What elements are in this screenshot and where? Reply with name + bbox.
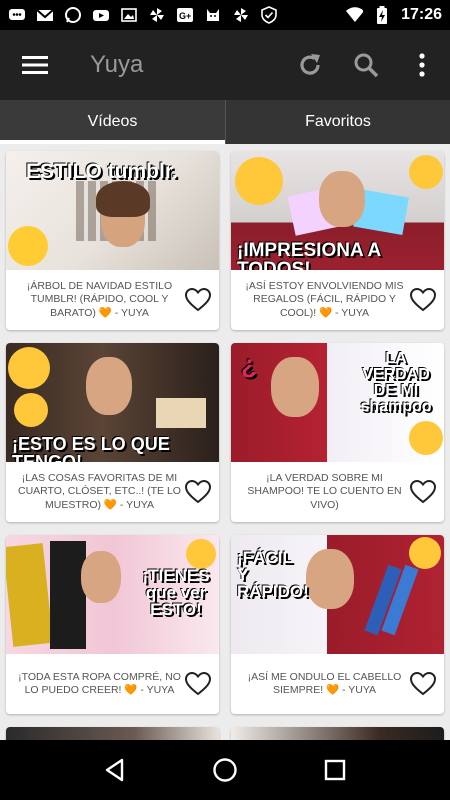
video-thumbnail[interactable]: ¡TIENES que ver ESTO! xyxy=(6,535,219,654)
chat-icon xyxy=(8,6,26,24)
favorite-button[interactable] xyxy=(183,285,213,315)
video-title: ¡LAS COSAS FAVORITAS DE MI CUARTO, CLÓSE… xyxy=(18,472,181,511)
video-card[interactable]: ¡TIENES que ver ESTO! ¡TODA ESTA ROPA CO… xyxy=(6,535,219,714)
svg-text:G+: G+ xyxy=(179,11,191,21)
favorite-button[interactable] xyxy=(183,669,213,699)
heart-outline-icon xyxy=(410,480,436,504)
video-card[interactable]: ¿ LA VERDAD DE MI shampoo ¡LA VERDAD SOB… xyxy=(231,343,444,522)
favorite-button[interactable] xyxy=(408,285,438,315)
video-title: ¡TODA ESTA ROPA COMPRÉ, NO LO PUEDO CREE… xyxy=(18,670,181,696)
video-card-partial[interactable] xyxy=(6,727,219,740)
heart-outline-icon xyxy=(185,480,211,504)
refresh-icon xyxy=(300,54,320,75)
status-bar: G+ 17:26 xyxy=(0,0,450,30)
notification-icons: G+ xyxy=(8,6,278,24)
thumbnail-text: ¡ESTO ES LO QUE TENGO! xyxy=(12,434,170,462)
video-title: ¡ÁRBOL DE NAVIDAD ESTILO TUMBLR! (RÁPIDO… xyxy=(26,280,173,319)
video-card[interactable]: ¡ESTO ES LO QUE TENGO! ¡LAS COSAS FAVORI… xyxy=(6,343,219,522)
favorite-button[interactable] xyxy=(408,669,438,699)
thumbnail-text: ¡TIENES que ver ESTO! xyxy=(142,566,210,619)
video-thumbnail[interactable]: ¿ LA VERDAD DE MI shampoo xyxy=(231,343,444,462)
video-card[interactable]: ESTILO tumblr. ¡ÁRBOL DE NAVIDAD ESTILO … xyxy=(6,151,219,330)
google-plus-icon: G+ xyxy=(176,6,194,24)
video-title: ¡LA VERDAD SOBRE MI SHAMPOO! TE LO CUENT… xyxy=(247,472,402,511)
thumbnail-text: ¡IMPRESIONA A TODOS! xyxy=(237,240,381,270)
video-title: ¡ASÍ ME ONDULO EL CABELLO SIEMPRE! 🧡 - Y… xyxy=(247,670,402,696)
video-card[interactable]: ¡IMPRESIONA A TODOS! ¡ASÍ ESTOY ENVOLVIE… xyxy=(231,151,444,330)
shield-icon xyxy=(260,6,278,24)
favorite-button[interactable] xyxy=(183,477,213,507)
tab-bar: Vídeos Favoritos xyxy=(0,100,450,144)
pinwheel-icon xyxy=(148,6,166,24)
video-title: ¡ASÍ ESTOY ENVOLVIENDO MIS REGALOS (FÁCI… xyxy=(245,280,404,319)
cat-icon xyxy=(204,6,222,24)
favorite-button[interactable] xyxy=(408,477,438,507)
video-grid[interactable]: ESTILO tumblr. ¡ÁRBOL DE NAVIDAD ESTILO … xyxy=(0,144,450,740)
back-button[interactable] xyxy=(95,750,135,790)
recents-button[interactable] xyxy=(315,750,355,790)
thumbnail-text: ESTILO tumblr. xyxy=(26,160,178,183)
system-nav-bar xyxy=(0,740,450,800)
tab-videos[interactable]: Vídeos xyxy=(0,100,225,144)
whatsapp-icon xyxy=(64,6,82,24)
video-thumbnail[interactable]: ¡IMPRESIONA A TODOS! xyxy=(231,151,444,270)
pinwheel-icon xyxy=(232,6,250,24)
thumbnail-text: ¡FÁCIL Y RÁPIDO! xyxy=(237,548,309,601)
video-thumbnail[interactable]: ESTILO tumblr. xyxy=(6,151,219,270)
video-thumbnail[interactable]: ¡FÁCIL Y RÁPIDO! xyxy=(231,535,444,654)
thumbnail-text: LA VERDAD DE MI shampoo xyxy=(360,350,432,415)
wifi-icon xyxy=(345,6,364,24)
search-icon xyxy=(354,53,379,78)
search-button[interactable] xyxy=(338,30,394,100)
heart-outline-icon xyxy=(185,672,211,696)
refresh-button[interactable] xyxy=(282,30,338,100)
video-thumbnail[interactable]: ¡ESTO ES LO QUE TENGO! xyxy=(6,343,219,462)
video-card[interactable]: ¡FÁCIL Y RÁPIDO! ¡ASÍ ME ONDULO EL CABEL… xyxy=(231,535,444,714)
app-title: Yuya xyxy=(90,51,144,78)
gmail-icon xyxy=(36,6,54,24)
menu-button[interactable] xyxy=(0,30,70,100)
tab-favoritos-label: Favoritos xyxy=(305,113,371,130)
back-icon xyxy=(105,758,124,782)
video-thumbnail[interactable] xyxy=(6,727,219,740)
battery-charging-icon xyxy=(373,6,391,24)
recents-icon xyxy=(324,759,346,781)
heart-outline-icon xyxy=(185,288,211,312)
youtube-icon xyxy=(92,6,110,24)
home-icon xyxy=(213,758,237,782)
home-button[interactable] xyxy=(205,750,245,790)
tab-favoritos[interactable]: Favoritos xyxy=(225,100,450,144)
video-card-partial[interactable] xyxy=(231,727,444,740)
video-thumbnail[interactable] xyxy=(231,727,444,740)
overflow-menu-button[interactable] xyxy=(394,30,450,100)
heart-outline-icon xyxy=(410,672,436,696)
menu-icon xyxy=(22,56,48,74)
app-bar: Yuya xyxy=(0,30,450,100)
more-vert-icon xyxy=(419,53,425,77)
image-icon xyxy=(120,6,138,24)
heart-outline-icon xyxy=(410,288,436,312)
clock: 17:26 xyxy=(401,6,442,23)
tab-videos-label: Vídeos xyxy=(87,113,138,130)
system-icons: 17:26 xyxy=(345,6,442,24)
question-mark-glyph: ¿ xyxy=(241,349,257,379)
